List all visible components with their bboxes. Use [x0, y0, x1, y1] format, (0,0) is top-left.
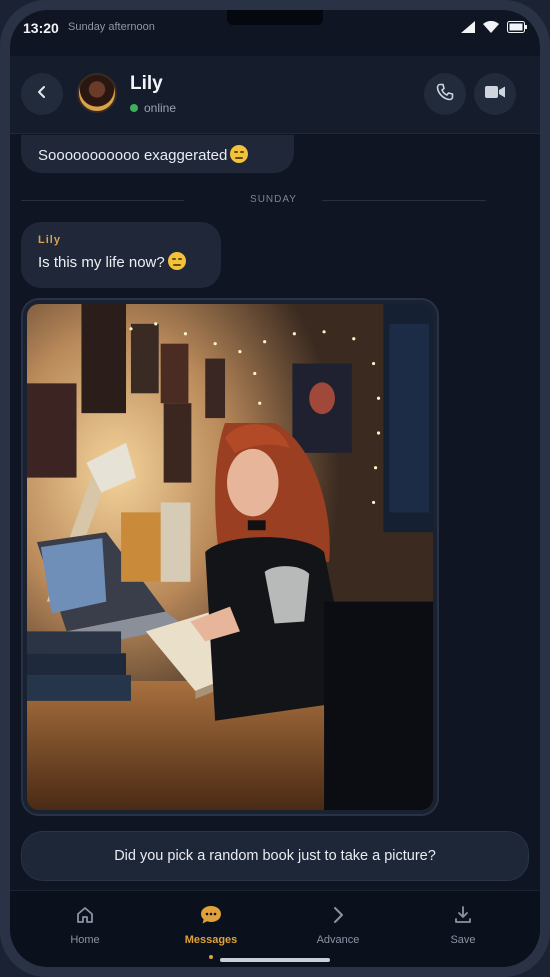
phone-icon [436, 83, 454, 106]
chat-thread: Sooooooooooo exaggerated SUNDAY Lily Is … [10, 135, 540, 890]
tired-face-emoji-icon [230, 145, 249, 163]
back-button[interactable] [21, 73, 63, 115]
call-button[interactable] [424, 73, 466, 115]
download-icon [453, 905, 473, 928]
nav-item-save[interactable]: Save [413, 905, 513, 955]
nav-item-advance[interactable]: Advance [288, 905, 388, 955]
nav-item-messages[interactable]: Messages [161, 905, 261, 955]
app-screen: 13:20 Sunday afternoon Lily online Soooo… [10, 10, 540, 967]
back-arrow-icon [35, 85, 49, 104]
chevron-right-icon [328, 905, 348, 928]
phone-frame: 13:20 Sunday afternoon Lily online Soooo… [0, 0, 550, 977]
status-time: 13:20 [23, 20, 59, 36]
chat-photo [27, 304, 433, 810]
wifi-icon [483, 20, 499, 38]
nav-label: Save [450, 934, 476, 946]
avatar[interactable] [77, 73, 117, 113]
message-bubble: Sooooooooooo exaggerated [21, 135, 294, 173]
status-icons [461, 20, 527, 38]
home-indicator[interactable] [220, 958, 330, 962]
contact-status-text: online [144, 101, 177, 115]
nav-label: Advance [316, 934, 360, 946]
message-text: Did you pick a random book just to take … [114, 848, 436, 864]
status-bar: 13:20 Sunday afternoon [10, 10, 540, 56]
video-camera-icon [485, 85, 505, 104]
contact-name: Lily [130, 73, 163, 94]
day-divider: SUNDAY [21, 193, 486, 207]
nav-item-home[interactable]: Home [35, 905, 135, 955]
signal-icon [461, 20, 475, 38]
nav-label: Messages [184, 934, 238, 946]
home-icon [75, 905, 95, 928]
message-bubble: Lily Is this my life now? [21, 222, 221, 288]
outgoing-message-bubble: Did you pick a random book just to take … [21, 831, 529, 881]
bottom-nav: Home Messages Advance Save [10, 890, 540, 967]
message-text: Sooooooooooo exaggerated [38, 147, 228, 164]
nav-label: Home [70, 934, 100, 946]
online-indicator [130, 104, 138, 112]
message-text: Is this my life now? [38, 254, 165, 271]
unamused-face-emoji-icon [167, 252, 186, 270]
message-sender: Lily [38, 234, 61, 246]
chat-header: Lily online [10, 56, 540, 134]
chat-bubble-icon [200, 905, 222, 928]
contact-status: online [130, 101, 176, 115]
camera-notch [227, 10, 323, 25]
photo-message[interactable] [21, 298, 439, 816]
active-tab-indicator [209, 955, 213, 959]
status-subtitle: Sunday afternoon [68, 21, 155, 33]
video-call-button[interactable] [474, 73, 516, 115]
battery-icon [507, 20, 527, 38]
